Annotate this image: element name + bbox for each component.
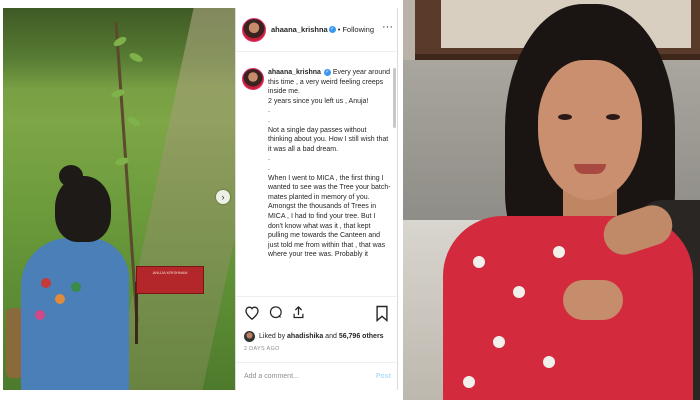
- avatar[interactable]: [242, 17, 266, 42]
- person-kneeling: [21, 238, 129, 390]
- post-comment-button[interactable]: Post: [376, 373, 391, 380]
- caption-avatar[interactable]: [242, 68, 264, 90]
- liked-by-and: and: [325, 332, 337, 340]
- bookmark-icon[interactable]: [375, 305, 391, 323]
- likes-count[interactable]: 56,796 others: [339, 333, 384, 340]
- comment-icon[interactable]: [266, 304, 284, 322]
- embroidery-flower: [71, 282, 81, 292]
- following-button[interactable]: Following: [342, 25, 374, 34]
- separator-dot: •: [337, 25, 341, 34]
- embroidery-flower: [55, 294, 65, 304]
- instagram-post-panel: ahaana_krishna ✓ • Following ··· ahaana_…: [235, 8, 399, 390]
- carousel-next-icon[interactable]: ›: [216, 190, 230, 204]
- smile: [574, 164, 606, 174]
- likes-text: Liked by ahadishika and 56,796 others: [259, 333, 384, 340]
- liker-avatar[interactable]: [244, 330, 255, 342]
- liked-by-user[interactable]: ahadishika: [287, 333, 323, 340]
- leaf: [126, 114, 142, 129]
- eye: [606, 114, 620, 120]
- face: [538, 60, 642, 200]
- caption: ahaana_krishna ✓ Every year around this …: [268, 68, 391, 260]
- leaf: [110, 87, 126, 100]
- left-photo: ANUJA KRISHNAN: [3, 8, 235, 390]
- caption-text: Every year around this time , a very wei…: [268, 69, 391, 259]
- caption-area: ahaana_krishna ✓ Every year around this …: [236, 68, 399, 296]
- verified-badge-icon: ✓: [323, 68, 331, 76]
- eye: [558, 114, 572, 120]
- post-time[interactable]: 2 DAYS AGO: [244, 346, 280, 352]
- action-bar: [236, 296, 399, 328]
- caption-username[interactable]: ahaana_krishna: [268, 69, 321, 76]
- caption-scrollbar[interactable]: [393, 68, 396, 128]
- more-horizontal-icon[interactable]: ···: [382, 21, 393, 33]
- right-photo: [403, 0, 700, 400]
- header-username[interactable]: ahaana_krishna: [271, 25, 328, 34]
- memorial-sign: ANUJA KRISHNAN: [136, 266, 204, 294]
- embroidery-flower: [41, 278, 51, 288]
- embroidery-flower: [35, 310, 45, 320]
- person-head: [55, 176, 111, 242]
- post-header: ahaana_krishna ✓ • Following ···: [236, 8, 399, 52]
- likes-row: Liked by ahadishika and 56,796 others: [236, 328, 399, 344]
- add-comment-bar: Add a comment... Post: [236, 362, 399, 390]
- share-icon[interactable]: [289, 304, 307, 322]
- hand: [563, 280, 623, 320]
- comment-input[interactable]: Add a comment...: [244, 373, 376, 380]
- heart-icon[interactable]: [243, 304, 261, 322]
- liked-by-prefix: Liked by: [259, 332, 286, 340]
- verified-badge-icon: ✓: [328, 26, 336, 33]
- hair-bun: [59, 165, 83, 187]
